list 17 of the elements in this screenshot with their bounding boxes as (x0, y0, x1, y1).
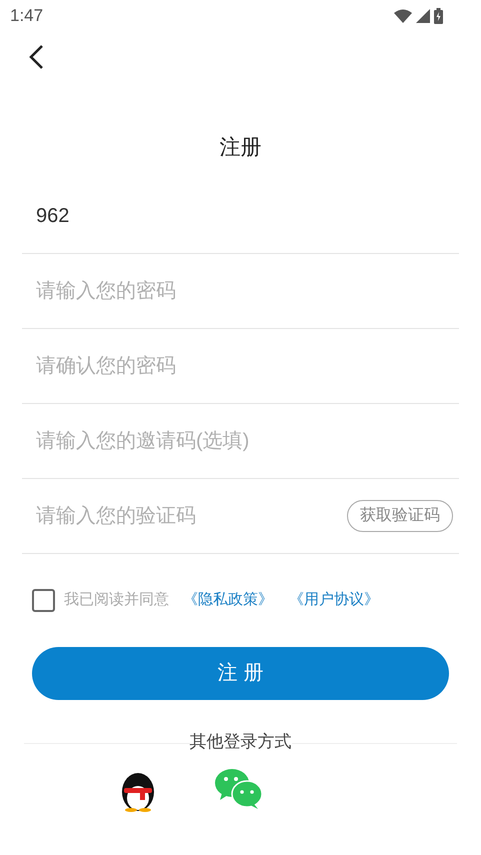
input-field[interactable]: 请输入您的验证码 (22, 500, 347, 530)
policy-link[interactable]: 《用户协议》 (289, 588, 379, 612)
input-field[interactable]: 962 (22, 200, 459, 230)
status-time: 1:47 (10, 5, 44, 28)
signal-icon (416, 9, 430, 23)
agreement-text: 我已阅读并同意 (64, 590, 169, 610)
register-button[interactable]: 注 册 (32, 646, 449, 700)
agreement-checkbox[interactable] (32, 588, 55, 612)
get-code-button[interactable]: 获取验证码 (347, 500, 453, 532)
wifi-icon (394, 9, 412, 23)
input-field[interactable]: 请输入您的密码 (22, 276, 459, 306)
input-field[interactable]: 请输入您的邀请码(选填) (22, 426, 459, 456)
page-title: 注册 (220, 135, 262, 161)
policy-link[interactable]: 《隐私政策》 (183, 588, 273, 612)
back-icon[interactable] (28, 44, 44, 70)
battery-icon (434, 8, 443, 24)
input-field[interactable]: 请确认您的密码 (22, 350, 459, 380)
